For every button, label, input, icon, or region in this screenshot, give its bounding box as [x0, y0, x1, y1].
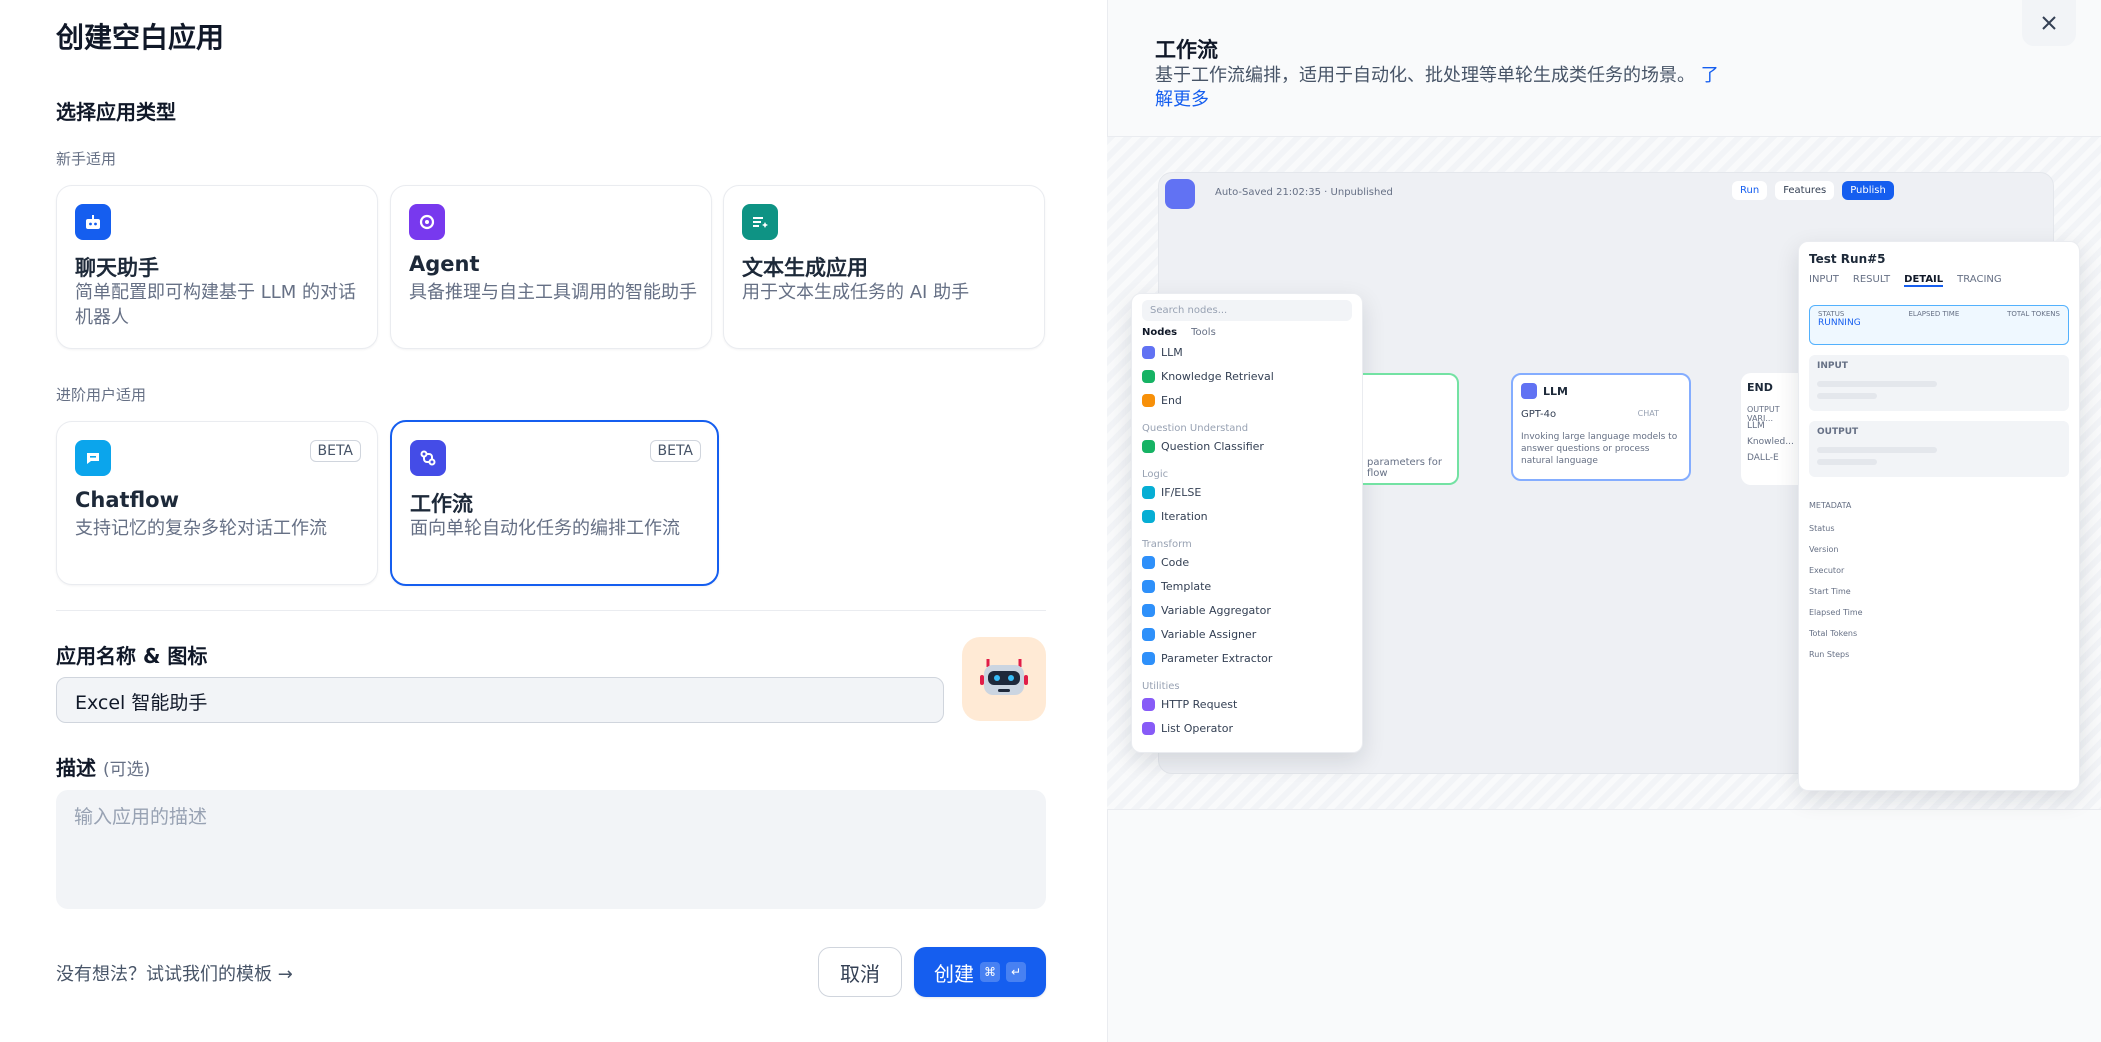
beta-badge: BETA [649, 440, 701, 462]
node-item: Template [1142, 574, 1352, 598]
search-nodes-input: Search nodes... [1142, 300, 1352, 321]
create-app-form: 创建空白应用 选择应用类型 新手适用 聊天助手 简单配置即可构建基于 LLM 的… [0, 0, 1107, 1042]
preview-title: 工作流 [1155, 38, 1218, 62]
close-button[interactable] [2022, 0, 2076, 46]
node-item: HTTP Request [1142, 692, 1352, 716]
node-group-label: Question Understand [1142, 423, 1249, 434]
node-group-label: Utilities [1142, 681, 1180, 692]
robot-avatar-icon [980, 659, 1028, 695]
autosave-text: Auto-Saved 21:02:35 · Unpublished [1215, 187, 1393, 198]
app-type-heading: 选择应用类型 [56, 100, 176, 124]
advanced-label: 进阶用户适用 [56, 386, 147, 404]
card-desc: 简单配置即可构建基于 LLM 的对话机器人 [75, 282, 357, 328]
description-textarea[interactable]: 输入应用的描述 [56, 790, 1046, 909]
beta-badge: BETA [309, 440, 361, 462]
beginner-label: 新手适用 [56, 150, 117, 168]
app-icon-picker[interactable] [962, 637, 1046, 721]
card-text-generation[interactable]: 文本生成应用 用于文本生成任务的 AI 助手 [723, 185, 1045, 349]
node-group-label: Logic [1142, 469, 1169, 480]
card-desc: 支持记忆的复杂多轮对话工作流 [75, 518, 327, 539]
card-title: Chatflow [75, 488, 179, 512]
card-title: 文本生成应用 [742, 256, 868, 280]
node-item: Variable Aggregator [1142, 598, 1352, 622]
text-generation-icon [742, 204, 778, 240]
features-button: Features [1775, 181, 1835, 200]
end-node: END OUTPUT VARI... LLM Knowled... DALL-E [1741, 373, 1801, 485]
card-chat-assistant[interactable]: 聊天助手 简单配置即可构建基于 LLM 的对话机器人 [56, 185, 378, 349]
llm-node: LLM GPT-4o CHAT Invoking large language … [1511, 373, 1691, 481]
run-button: Run [1732, 181, 1768, 200]
name-icon-label: 应用名称 & 图标 [56, 644, 208, 668]
dialog-title: 创建空白应用 [56, 21, 225, 54]
workflow-icon [410, 440, 446, 476]
card-desc: 具备推理与自主工具调用的智能助手 [409, 282, 697, 303]
card-agent[interactable]: Agent 具备推理与自主工具调用的智能助手 [390, 185, 712, 349]
start-node: parameters for flow [1363, 373, 1459, 485]
app-logo-icon [1165, 179, 1195, 209]
card-chatflow[interactable]: BETA Chatflow 支持记忆的复杂多轮对话工作流 [56, 421, 378, 585]
node-item: End [1142, 388, 1352, 412]
card-title: Agent [409, 252, 480, 276]
template-link[interactable]: 没有想法？试试我们的模板 → [56, 960, 293, 986]
test-run-panel: Test Run#5 INPUT RESULT DETAIL TRACING S… [1798, 241, 2080, 791]
chatflow-icon [75, 440, 111, 476]
divider [56, 610, 1046, 611]
arrow-right-icon: → [277, 964, 293, 985]
node-item: Code [1142, 550, 1352, 574]
publish-button: Publish [1842, 181, 1894, 200]
node-item: Parameter Extractor [1142, 646, 1352, 670]
preview-desc: 基于工作流编排，适用于自动化、批处理等单轮生成类任务的场景。 了解更多 [1155, 65, 1719, 110]
tab-nodes: Nodes [1142, 327, 1178, 338]
tab-tools: Tools [1191, 327, 1216, 338]
close-icon [2042, 16, 2056, 30]
agent-icon [409, 204, 445, 240]
cmd-key-icon: ⌘ [980, 962, 1000, 982]
description-label: 描述 (可选) [56, 756, 151, 780]
cancel-button[interactable]: 取消 [818, 947, 902, 997]
node-item: Variable Assigner [1142, 622, 1352, 646]
chat-bot-icon [75, 204, 111, 240]
node-group-label: Transform [1142, 539, 1192, 550]
app-name-input[interactable]: Excel 智能助手 [56, 677, 944, 723]
card-title: 聊天助手 [75, 256, 159, 280]
node-item: Iteration [1142, 504, 1352, 528]
card-desc: 用于文本生成任务的 AI 助手 [742, 282, 970, 303]
nodes-panel: Search nodes... Nodes Tools LLM Knowledg… [1131, 293, 1363, 753]
create-button[interactable]: 创建 ⌘ ↵ [914, 947, 1046, 997]
card-desc: 面向单轮自动化任务的编排工作流 [410, 518, 680, 539]
node-item: LLM [1142, 340, 1352, 364]
card-title: 工作流 [410, 492, 473, 516]
card-workflow[interactable]: BETA 工作流 面向单轮自动化任务的编排工作流 [390, 420, 719, 586]
node-item: Knowledge Retrieval [1142, 364, 1352, 388]
node-item: IF/ELSE [1142, 480, 1352, 504]
enter-key-icon: ↵ [1006, 962, 1026, 982]
node-item: Question Classifier [1142, 434, 1352, 458]
node-item: List Operator [1142, 716, 1352, 740]
